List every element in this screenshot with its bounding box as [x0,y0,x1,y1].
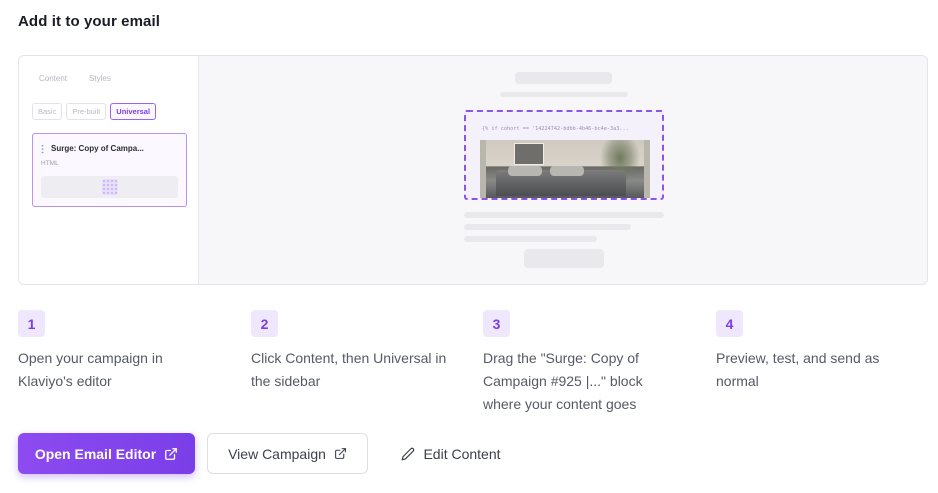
skeleton-line-3 [464,236,597,242]
block-category-chips: Basic Pre-built Universal [32,103,157,120]
product-image [480,140,650,198]
skeleton-line-2 [464,224,631,230]
edit-content-label: Edit Content [423,445,501,462]
step-text: Drag the "Surge: Copy of Campaign #925 |… [483,350,643,412]
editor-sidebar: Content Styles Basic Pre-built Universal… [19,56,199,284]
code-snippet: {% if cohort == '14224742-bdbb-4b46-bc4e… [482,126,629,132]
skeleton-subheader [500,92,628,97]
skeleton-line-1 [464,212,664,218]
step-3: 3 Drag the "Surge: Copy of Campaign #925… [483,310,698,416]
drag-handle-icon [41,144,44,154]
view-campaign-button[interactable]: View Campaign [207,433,368,474]
html-block-icon [102,179,118,195]
chip-basic: Basic [32,103,63,120]
chip-universal: Universal [110,103,157,120]
step-1: 1 Open your campaign in Klaviyo's editor [18,310,233,393]
step-number: 4 [716,310,743,337]
open-email-editor-label: Open Email Editor [34,445,157,462]
image-pillow [550,166,584,176]
external-link-icon [165,447,178,460]
step-text: Open your campaign in Klaviyo's editor [18,350,163,389]
sidebar-tab-content: Content [39,74,68,83]
edit-content-button[interactable]: Edit Content [392,433,510,474]
editor-preview: Content Styles Basic Pre-built Universal… [18,55,928,285]
image-frame [514,143,544,165]
step-2: 2 Click Content, then Universal in the s… [251,310,466,393]
block-thumbnail [41,176,178,198]
open-email-editor-button[interactable]: Open Email Editor [18,433,195,474]
step-number: 2 [251,310,278,337]
chip-prebuilt: Pre-built [66,103,107,120]
step-number: 1 [18,310,45,337]
image-pillow [508,166,542,176]
block-title: Surge: Copy of Campa... [51,144,144,153]
sidebar-tab-styles: Styles [89,74,111,83]
universal-block-card: Surge: Copy of Campa... HTML [32,133,187,207]
skeleton-button [524,249,604,268]
sidebar-tabs: Content Styles [39,74,111,83]
drop-zone: {% if cohort == '14224742-bdbb-4b46-bc4e… [464,110,664,200]
email-canvas: {% if cohort == '14224742-bdbb-4b46-bc4e… [200,56,927,284]
step-number: 3 [483,310,510,337]
step-text: Preview, test, and send as normal [716,350,880,389]
section-title: Add it to your email [18,13,161,30]
view-campaign-label: View Campaign [228,445,326,462]
page: Add it to your email Content Styles Basi… [0,0,938,493]
step-text: Click Content, then Universal in the sid… [251,350,447,389]
external-link-icon [334,448,346,459]
skeleton-header [515,72,612,84]
step-4: 4 Preview, test, and send as normal [716,310,931,393]
pencil-icon [402,447,415,460]
block-type: HTML [41,160,59,167]
